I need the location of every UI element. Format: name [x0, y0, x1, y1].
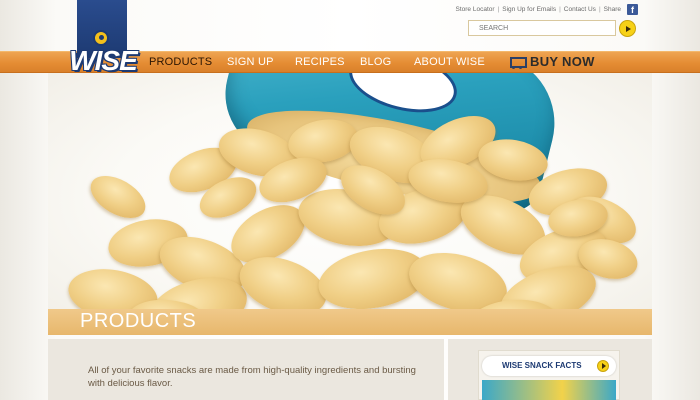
buy-now-button[interactable]: BUY NOW	[508, 54, 595, 69]
nav-products[interactable]: PRODUCTS	[149, 56, 212, 68]
search-input[interactable]	[468, 20, 616, 36]
play-arrow-icon	[625, 25, 631, 32]
nav-sign-up[interactable]: SIGN UP	[227, 56, 274, 68]
share-link[interactable]: Share	[604, 6, 621, 13]
nav-blog[interactable]: BLOG	[360, 56, 391, 68]
potato-chip	[83, 167, 153, 227]
utility-links: Store Locator | Sign Up for Emails | Con…	[456, 4, 638, 15]
wise-logo[interactable]: WISE	[68, 44, 138, 78]
potato-chip	[402, 242, 514, 310]
store-locator-link[interactable]: Store Locator	[456, 6, 495, 13]
nav-recipes[interactable]: RECIPES	[295, 56, 345, 68]
separator: |	[598, 6, 601, 13]
play-arrow-icon	[601, 363, 606, 369]
search-submit-button[interactable]	[619, 20, 636, 37]
facebook-icon[interactable]: f	[627, 4, 638, 15]
intro-text: All of your favorite snacks are made fro…	[88, 365, 416, 389]
snack-facts-label: WISE SNACK FACTS	[502, 361, 582, 370]
buy-now-label: BUY NOW	[530, 54, 595, 69]
shopping-cart-icon	[508, 55, 527, 69]
hero-image-chips	[48, 60, 652, 310]
section-title: PRODUCTS	[80, 310, 197, 332]
snack-facts-image	[482, 380, 616, 400]
separator: |	[497, 6, 500, 13]
nav-about-wise[interactable]: ABOUT WISE	[414, 56, 485, 68]
contact-us-link[interactable]: Contact Us	[564, 6, 596, 13]
separator: |	[559, 6, 561, 13]
snack-facts-arrow-button[interactable]	[597, 360, 609, 372]
sign-up-emails-link[interactable]: Sign Up for Emails	[502, 6, 556, 13]
